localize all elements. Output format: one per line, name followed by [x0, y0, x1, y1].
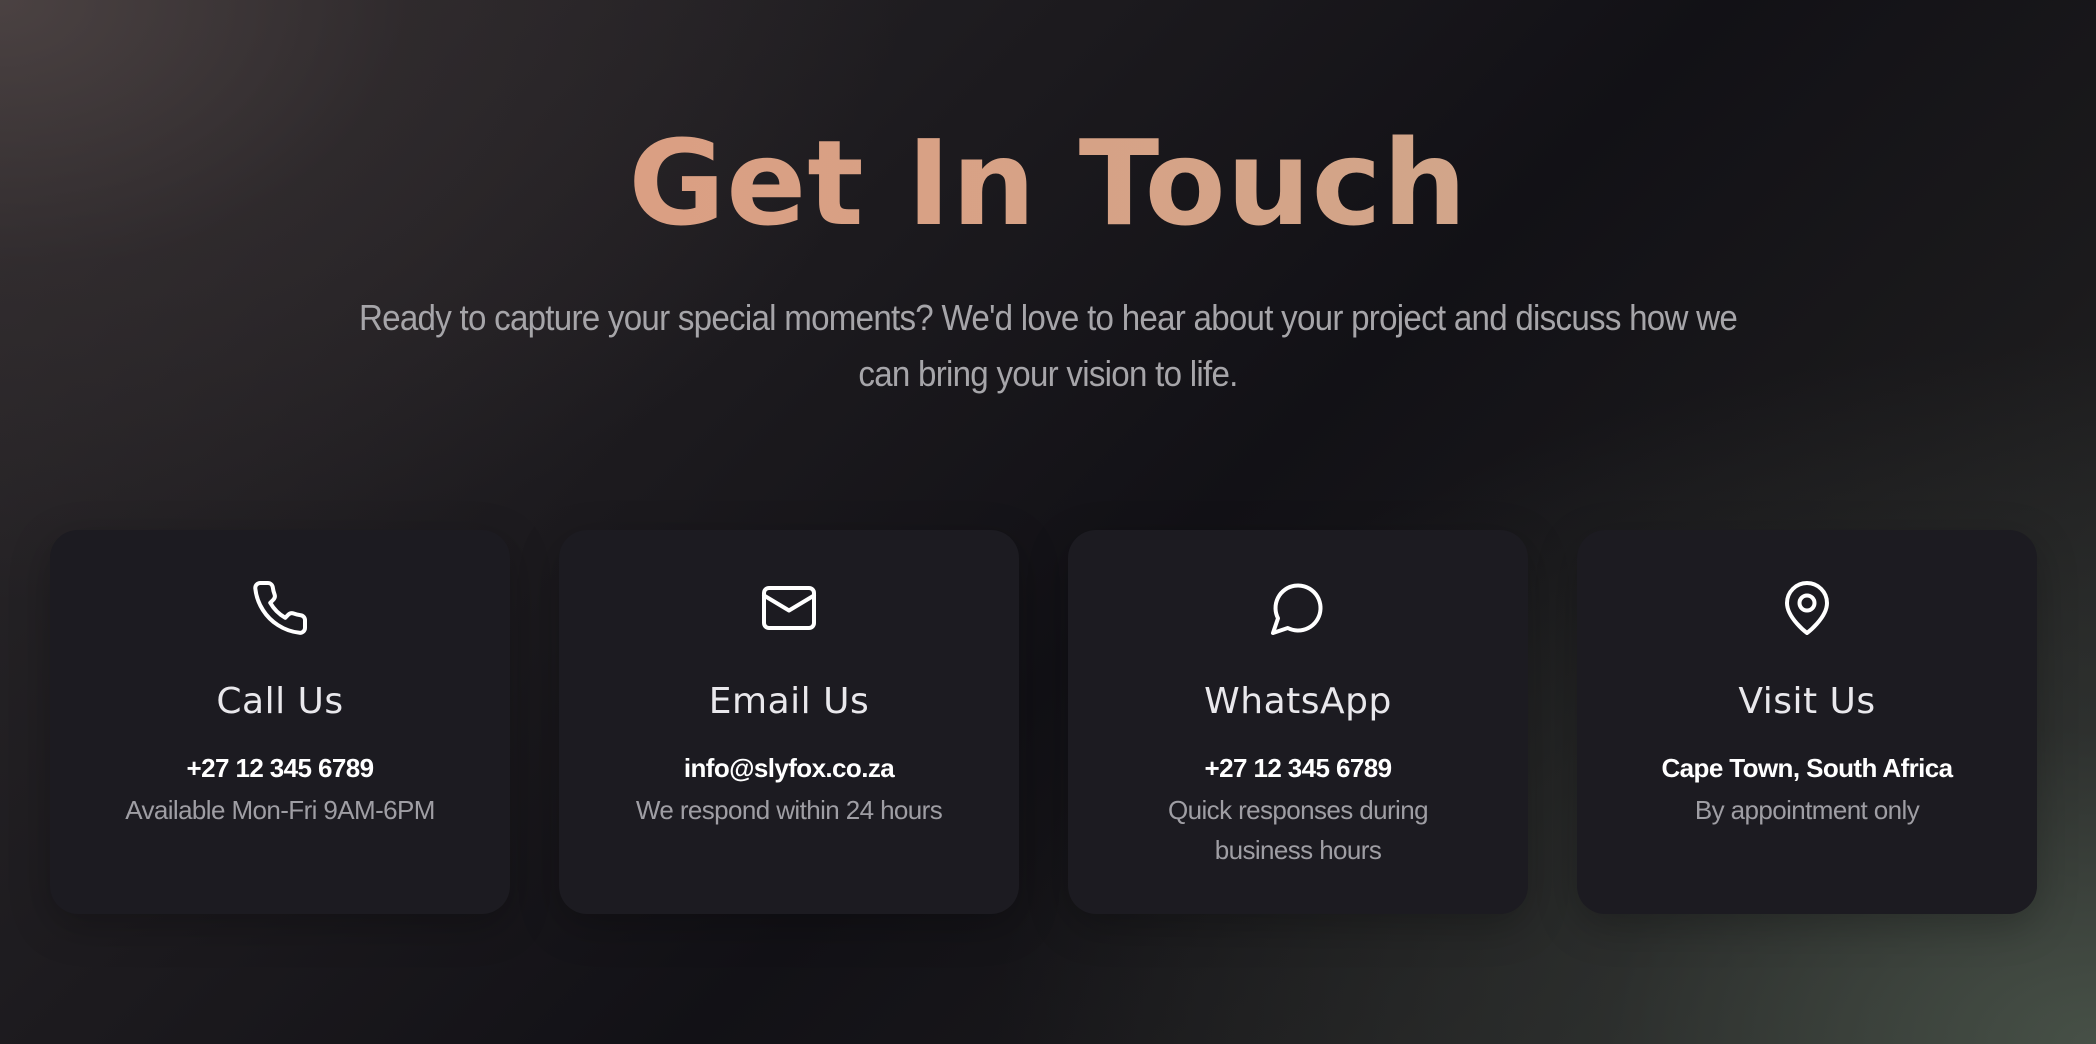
card-title: WhatsApp [1204, 681, 1392, 722]
card-title: Visit Us [1738, 681, 1876, 722]
card-note: Available Mon-Fri 9AM-6PM [125, 795, 435, 825]
email-us-card[interactable]: Email Us info@slyfox.co.za We respond wi… [559, 530, 1019, 914]
mail-icon [759, 578, 819, 638]
page-title: Get In Touch [0, 108, 2096, 258]
visit-us-card[interactable]: Visit Us Cape Town, South Africa By appo… [1577, 530, 2037, 914]
whatsapp-number-link[interactable]: +27 12 345 6789 [1068, 750, 1528, 786]
card-note: Quick responses during business hours [1168, 795, 1429, 865]
card-title: Call Us [216, 681, 344, 722]
call-us-card[interactable]: Call Us +27 12 345 6789 Available Mon-Fr… [50, 530, 510, 914]
chat-bubble-icon [1268, 578, 1328, 638]
location-text: Cape Town, South Africa [1661, 753, 1954, 783]
phone-icon [250, 578, 310, 638]
page-subtitle: Ready to capture your special moments? W… [358, 297, 1738, 394]
phone-number-link[interactable]: +27 12 345 6789 [50, 750, 510, 786]
contact-cards: Call Us +27 12 345 6789 Available Mon-Fr… [50, 530, 2050, 914]
email-address-link[interactable]: info@slyfox.co.za [559, 750, 1019, 786]
card-title: Email Us [708, 681, 870, 722]
card-note: We respond within 24 hours [635, 795, 943, 825]
card-note: By appointment only [1694, 795, 1920, 825]
whatsapp-card[interactable]: WhatsApp +27 12 345 6789 Quick responses… [1068, 530, 1528, 914]
map-pin-icon [1777, 578, 1837, 638]
